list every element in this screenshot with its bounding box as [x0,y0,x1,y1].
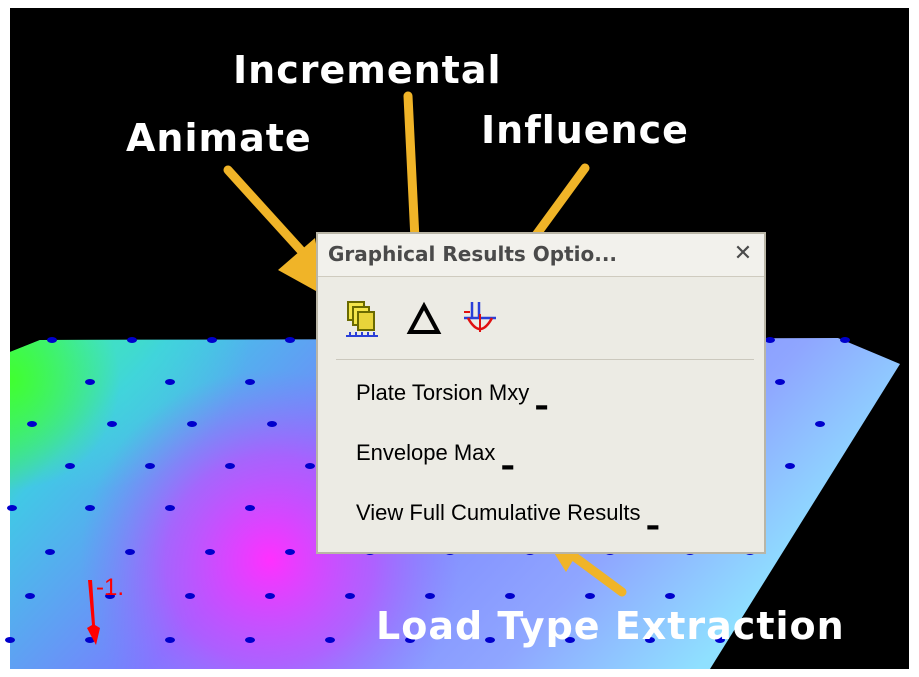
callout-influence: Influence [481,108,689,152]
mesh-node [145,463,155,469]
mesh-node [107,421,117,427]
mesh-node [207,337,217,343]
animate-frames-icon [346,301,378,337]
mesh-node [127,337,137,343]
mesh-node [345,593,355,599]
load-type-label: View Full Cumulative Results [356,500,641,525]
mesh-node [225,463,235,469]
envelope-label: Envelope Max [356,440,496,465]
mesh-node [325,637,335,643]
close-icon: ✕ [733,241,753,266]
mesh-node [665,593,675,599]
mesh-node [85,379,95,385]
mesh-node [285,549,295,555]
mesh-node [165,637,175,643]
mesh-node [25,593,35,599]
mesh-node [5,637,15,643]
dropdown-caret-icon: ▂ [502,453,514,469]
incremental-button[interactable] [404,296,444,340]
mesh-node [425,593,435,599]
mesh-node [267,421,277,427]
mesh-node [185,593,195,599]
mesh-node [245,505,255,511]
mesh-node [765,337,775,343]
mesh-node [47,337,57,343]
close-button[interactable]: ✕ [730,240,756,268]
callout-incremental: Incremental [233,48,502,92]
mesh-node [27,421,37,427]
panel-title: Graphical Results Optio... [328,242,618,266]
mesh-node [187,421,197,427]
mesh-node [165,379,175,385]
mesh-node [205,549,215,555]
mesh-node [785,463,795,469]
dropdown-caret-icon: ▂ [536,393,547,409]
influence-button[interactable] [460,296,500,340]
animate-button[interactable] [342,296,382,340]
mesh-node [585,593,595,599]
mesh-node [245,379,255,385]
mesh-node [305,463,315,469]
mesh-node [265,593,275,599]
mesh-node [7,505,17,511]
scale-label: -1. [96,574,124,601]
results-type-dropdown[interactable]: Plate Torsion Mxy ▂ [356,380,547,410]
mesh-node [505,593,515,599]
callout-load-type-extraction: Load Type Extraction [376,604,845,648]
delta-triangle-icon [406,301,442,334]
mesh-node [85,505,95,511]
dropdown-caret-icon: ▂ [647,513,659,529]
graphical-results-options-panel: Graphical Results Optio... ✕ Plate Torsi… [316,232,766,554]
mesh-node [165,505,175,511]
influence-line-icon [464,302,496,332]
load-type-dropdown[interactable]: View Full Cumulative Results ▂ [356,500,658,530]
mesh-node [840,337,850,343]
callout-animate: Animate [126,116,312,160]
mesh-node [45,549,55,555]
envelope-dropdown[interactable]: Envelope Max ▂ [356,440,513,470]
results-type-label: Plate Torsion Mxy [356,380,530,405]
mesh-node [775,379,785,385]
mesh-node [125,549,135,555]
panel-divider [336,359,754,360]
mesh-node [815,421,825,427]
mesh-node [285,337,295,343]
mesh-node [65,463,75,469]
panel-title-bar[interactable]: Graphical Results Optio... ✕ [318,234,764,277]
mesh-node [245,637,255,643]
